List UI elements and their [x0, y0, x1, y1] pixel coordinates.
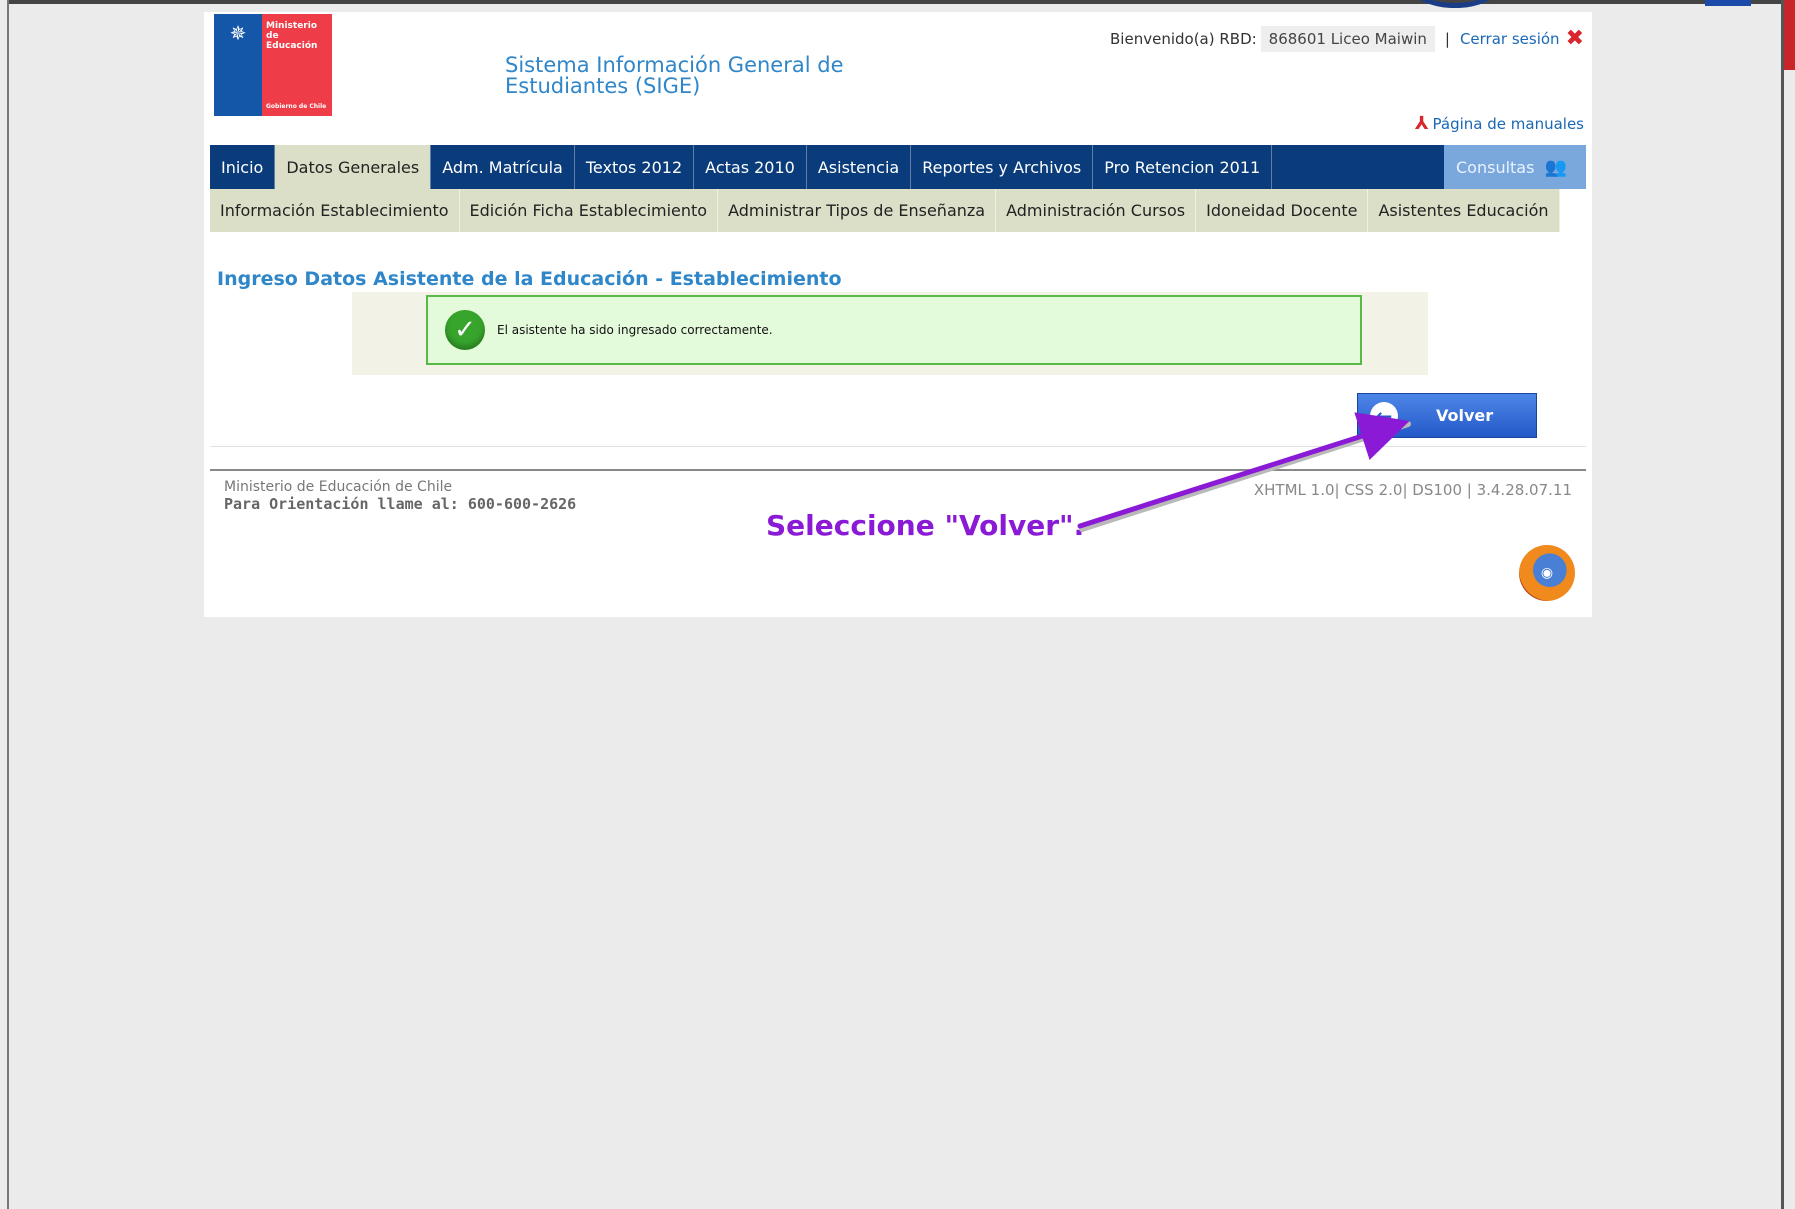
- system-title: Sistema Información General de Estudiant…: [505, 53, 844, 98]
- window-frame-blue: [1705, 0, 1751, 6]
- consultas-label: Consultas: [1456, 157, 1535, 177]
- manuals-label: Página de manuales: [1432, 114, 1584, 133]
- nav-item-reportes[interactable]: Reportes y Archivos: [911, 145, 1094, 189]
- logout-link[interactable]: Cerrar sesión: [1460, 30, 1560, 48]
- close-icon[interactable]: ✖: [1566, 28, 1584, 50]
- nav-item-inicio[interactable]: Inicio: [210, 145, 276, 189]
- check-icon: ✓: [445, 310, 485, 350]
- welcome-bar: Bienvenido(a) RBD: 868601 Liceo Maiwin |…: [1110, 22, 1584, 56]
- divider-light: [210, 446, 1586, 447]
- footer-divider: [210, 469, 1586, 471]
- nav-item-consultas[interactable]: Consultas 👥: [1444, 145, 1586, 189]
- subnav-item-edicion-ficha[interactable]: Edición Ficha Establecimiento: [460, 189, 719, 232]
- subnav-item-cursos[interactable]: Administración Cursos: [996, 189, 1197, 232]
- window-frame-arc: [1410, 0, 1500, 8]
- sub-nav: Información Establecimiento Edición Fich…: [210, 189, 1560, 232]
- separator: |: [1444, 30, 1450, 48]
- annotation-text: Seleccione "Volver".: [766, 509, 1085, 542]
- firefox-icon: ◉: [1519, 545, 1575, 601]
- people-icon: 👥: [1544, 156, 1567, 178]
- main-nav: Inicio Datos Generales Adm. Matrícula Te…: [210, 145, 1586, 189]
- window-frame-left: [0, 0, 9, 1209]
- subnav-item-informacion[interactable]: Información Establecimiento: [210, 189, 460, 232]
- logo-line2: Gobierno de Chile: [266, 103, 327, 110]
- back-arrow-icon: ←: [1370, 401, 1398, 430]
- volver-label: Volver: [1436, 406, 1494, 425]
- ministry-logo: ✵ Ministerio de Educación Gobierno de Ch…: [214, 14, 332, 116]
- nav-item-asistencia[interactable]: Asistencia: [807, 145, 912, 189]
- message-panel: ✓ El asistente ha sido ingresado correct…: [352, 292, 1428, 375]
- logo-line1: Ministerio de Educación: [266, 21, 318, 51]
- window-frame-red: [1784, 0, 1795, 70]
- nav-item-adm-matricula[interactable]: Adm. Matrícula: [431, 145, 575, 189]
- subnav-item-idoneidad[interactable]: Idoneidad Docente: [1196, 189, 1369, 232]
- page-title: Ingreso Datos Asistente de la Educación …: [217, 268, 842, 290]
- nav-item-textos[interactable]: Textos 2012: [575, 145, 695, 189]
- nav-item-datos-generales[interactable]: Datos Generales: [275, 145, 432, 189]
- subnav-item-asistentes[interactable]: Asistentes Educación: [1368, 189, 1560, 232]
- success-message-box: ✓ El asistente ha sido ingresado correct…: [426, 295, 1362, 365]
- welcome-label: Bienvenido(a) RBD:: [1110, 30, 1257, 48]
- volver-button[interactable]: ← Volver: [1357, 393, 1537, 438]
- window-frame-right: [1781, 0, 1784, 1209]
- crest-icon: ✵: [229, 21, 247, 45]
- footer-tech-info: XHTML 1.0| CSS 2.0| DS100 | 3.4.28.07.11: [1253, 481, 1572, 499]
- window-frame-top: [0, 0, 1795, 4]
- nav-item-actas[interactable]: Actas 2010: [694, 145, 807, 189]
- footer-info: Ministerio de Educación de Chile Para Or…: [224, 479, 576, 513]
- nav-item-pro-retencion[interactable]: Pro Retencion 2011: [1093, 145, 1273, 189]
- success-message: El asistente ha sido ingresado correctam…: [497, 323, 773, 337]
- rbd-value: 868601 Liceo Maiwin: [1260, 26, 1435, 52]
- footer-ministry: Ministerio de Educación de Chile: [224, 479, 453, 495]
- manuals-link[interactable]: ⅄ Página de manuales: [1415, 113, 1584, 134]
- pdf-icon: ⅄: [1414, 113, 1429, 134]
- subnav-item-tipos-ensenanza[interactable]: Administrar Tipos de Enseñanza: [718, 189, 997, 232]
- footer-phone: Para Orientación llame al: 600-600-2626: [224, 495, 577, 513]
